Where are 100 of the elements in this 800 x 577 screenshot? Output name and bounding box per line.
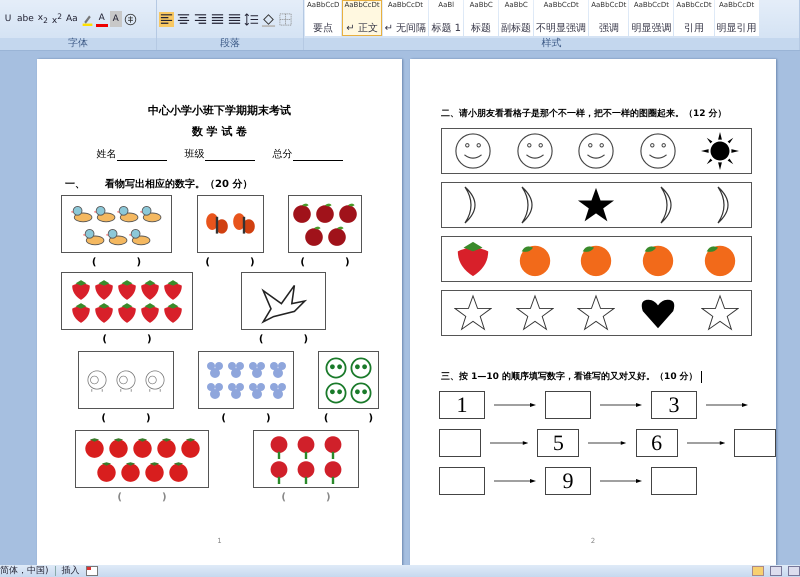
tomato-icon: [118, 460, 142, 482]
bracket: (: [281, 492, 286, 503]
crescent-moon-icon: [660, 186, 672, 224]
arrow: [490, 440, 528, 446]
bracket: ): [162, 492, 167, 503]
smiley-face-icon: [454, 132, 492, 170]
strawberry-icon: [93, 302, 115, 324]
format-button[interactable]: x$^{2}$: [50, 11, 63, 27]
align-icon[interactable]: [193, 12, 208, 26]
answer-box: [439, 429, 482, 457]
mouse-icon: [204, 360, 224, 380]
mouse-icon: [246, 360, 266, 380]
arrow: [686, 440, 725, 446]
view-icon[interactable]: [770, 566, 782, 576]
bracket: (: [258, 334, 264, 345]
view-icon[interactable]: [788, 566, 800, 576]
format-button[interactable]: x$_{2}$: [36, 11, 49, 27]
tomato-icon: [142, 460, 166, 482]
tomato-icon: [106, 436, 130, 458]
strawberry-icon: [70, 278, 92, 300]
exam-title: 中心小学小班下学期期末考试: [147, 103, 292, 118]
bracket: ): [266, 413, 271, 424]
arrow: [588, 440, 627, 446]
bracket: (: [92, 257, 96, 268]
strawberry-icon: [162, 278, 184, 300]
mouse-icon: [268, 380, 288, 400]
tomato-icon: [130, 436, 154, 458]
bracket: ): [326, 492, 331, 503]
strawberry-icon: [93, 278, 115, 300]
group-label: 样式: [304, 38, 799, 50]
insert-mode-status[interactable]: 插入: [62, 565, 80, 577]
enclosed-character-icon[interactable]: [124, 12, 137, 26]
align-icon[interactable]: [176, 12, 191, 26]
strawberry-icon: [139, 302, 161, 324]
group-label: 字体: [0, 38, 156, 50]
format-button[interactable]: Aa: [64, 11, 79, 27]
arrow: [706, 402, 748, 408]
section-heading: 看物写出相应的数字。（20 分）: [105, 177, 252, 191]
bracket: (: [117, 492, 122, 503]
group-label: 段落: [157, 38, 303, 50]
mouse-icon: [226, 380, 246, 400]
bracket: ): [146, 413, 151, 424]
apple-icon: [302, 224, 324, 246]
star-icon: [577, 294, 616, 332]
smiley-face-icon: [639, 132, 678, 170]
field-label: 总分: [272, 148, 292, 161]
sun-icon: [701, 132, 740, 170]
section-heading: 三、按 1—10 的顺序填写数字，看谁写的又对又好。（10 分）: [441, 370, 698, 383]
paint-bucket-icon[interactable]: [261, 12, 276, 26]
arrow: [600, 478, 642, 484]
star-icon: [516, 294, 554, 332]
macro-icon[interactable]: [86, 566, 98, 576]
star-icon: [454, 294, 492, 332]
bracket: ): [368, 413, 374, 424]
arrow: [494, 402, 536, 408]
bracket: (: [102, 334, 107, 345]
answer-box: [545, 391, 591, 419]
answer-box: 1: [439, 391, 485, 419]
strawberry-icon: [116, 302, 138, 324]
exam-subtitle: 数 学 试 卷: [190, 124, 248, 139]
bracket: ): [136, 257, 142, 268]
language-status: 简体，中国): [0, 565, 49, 577]
crescent-moon-icon: [716, 186, 729, 224]
crescent-moon-icon: [464, 186, 476, 224]
arrow: [600, 402, 642, 408]
tomato-icon: [94, 460, 118, 482]
butterfly-icon: [204, 212, 230, 236]
line-spacing-icon[interactable]: [244, 12, 259, 26]
strawberry-icon: [70, 302, 92, 324]
answer-box: [651, 467, 697, 495]
smiley-face-icon: [516, 132, 554, 170]
align-icon[interactable]: [227, 12, 242, 26]
apple-icon: [291, 202, 313, 224]
answer-box: 6: [636, 429, 678, 457]
mouse-icon: [246, 380, 266, 400]
character-shading-button[interactable]: A: [110, 11, 122, 27]
bracket: ): [345, 257, 350, 268]
highlighter-icon[interactable]: [80, 12, 94, 26]
bracket: ): [304, 334, 308, 345]
smiley-face-icon: [577, 132, 616, 170]
section-number: 一、: [65, 178, 85, 191]
bracket: (: [221, 413, 226, 424]
answer-box: [439, 467, 485, 495]
bracket: ): [147, 334, 152, 345]
field-label: 班级: [184, 148, 204, 161]
apple-icon: [314, 202, 336, 224]
bracket: (: [101, 413, 106, 424]
bracket: (: [324, 413, 328, 424]
section-heading: 二、请小朋友看看格子是那个不一样，把不一样的图圈起来。（12 分）: [441, 107, 728, 120]
align-icon[interactable]: [210, 12, 225, 26]
star-icon: [577, 186, 616, 224]
apple-icon: [326, 224, 348, 246]
format-button[interactable]: U: [2, 11, 14, 27]
bracket: ): [250, 257, 255, 268]
answer-box: 3: [651, 391, 697, 419]
bracket: (: [205, 257, 210, 268]
tomato-icon: [82, 436, 106, 458]
align-icon[interactable]: [159, 12, 174, 26]
answer-box: 5: [537, 429, 580, 457]
format-button[interactable]: abe: [16, 11, 35, 27]
